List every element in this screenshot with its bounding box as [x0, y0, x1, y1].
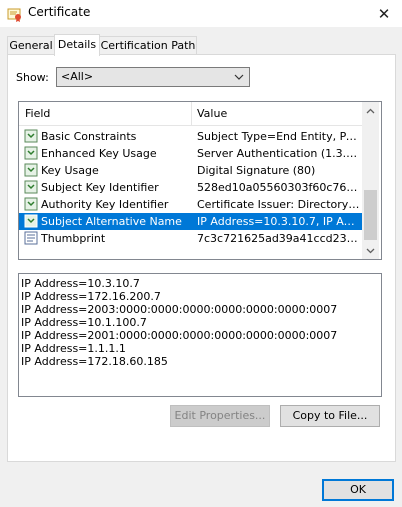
column-header-value[interactable]: Value	[191, 102, 227, 125]
copy-to-file-button[interactable]: Copy to File...	[280, 405, 380, 427]
field-value: IP Address=10.3.10.7, IP Add...	[197, 215, 360, 228]
list-item[interactable]: Subject Key Identifier 528ed10a05560303f…	[19, 179, 362, 196]
value-detail-box[interactable]: IP Address=10.3.10.7 IP Address=172.16.2…	[18, 273, 382, 397]
field-icon	[24, 197, 38, 211]
field-icon	[24, 214, 38, 228]
chevron-down-icon	[234, 74, 244, 80]
list-item[interactable]: Basic Constraints Subject Type=End Entit…	[19, 128, 362, 145]
scroll-thumb[interactable]	[364, 190, 377, 240]
column-header-field[interactable]: Field	[19, 102, 50, 125]
field-icon	[24, 146, 38, 160]
scroll-down-button[interactable]	[362, 242, 379, 259]
list-item[interactable]: Enhanced Key Usage Server Authentication…	[19, 145, 362, 162]
certificate-icon	[7, 8, 21, 22]
tab-label: General	[9, 39, 53, 52]
detail-line: IP Address=172.16.200.7	[21, 290, 161, 303]
show-dropdown[interactable]: <All>	[56, 67, 250, 87]
list-scrollbar[interactable]	[362, 102, 379, 259]
title-bar: Certificate ✕	[0, 0, 402, 27]
detail-line: IP Address=2001:0000:0000:0000:0000:0000…	[21, 329, 338, 342]
tab-certification-path[interactable]: Certification Path	[99, 36, 197, 55]
field-icon	[24, 129, 38, 143]
list-header: Field Value	[19, 102, 362, 126]
close-button[interactable]: ✕	[366, 0, 402, 27]
show-label: Show:	[16, 71, 49, 84]
edit-properties-button[interactable]: Edit Properties...	[170, 405, 270, 427]
detail-line: IP Address=10.3.10.7	[21, 277, 140, 290]
field-list[interactable]: Field Value Basic Constraints Subject Ty…	[18, 101, 382, 260]
show-selected-value: <All>	[61, 70, 94, 83]
field-value: Certificate Issuer: Directory A...	[197, 198, 360, 211]
detail-line: IP Address=10.1.100.7	[21, 316, 147, 329]
field-value: Server Authentication (1.3.6....	[197, 147, 360, 160]
detail-line: IP Address=2003:0000:0000:0000:0000:0000…	[21, 303, 338, 316]
field-name: Authority Key Identifier	[41, 198, 169, 211]
tab-label: Details	[57, 38, 97, 51]
field-value: 528ed10a05560303f60c76591...	[197, 181, 360, 194]
tab-general[interactable]: General	[7, 36, 55, 55]
list-item[interactable]: Key Usage Digital Signature (80)	[19, 162, 362, 179]
field-name: Key Usage	[41, 164, 99, 177]
property-icon	[24, 231, 38, 245]
chevron-down-icon	[366, 248, 375, 253]
field-value: 7c3c721625ad39a41ccd23bb1...	[197, 232, 360, 245]
field-name: Subject Alternative Name	[41, 215, 182, 228]
field-icon	[24, 180, 38, 194]
list-item[interactable]: Authority Key Identifier Certificate Iss…	[19, 196, 362, 213]
tab-label: Certification Path	[100, 39, 196, 52]
field-name: Subject Key Identifier	[41, 181, 159, 194]
field-icon	[24, 163, 38, 177]
list-item[interactable]: Thumbprint 7c3c721625ad39a41ccd23bb1...	[19, 230, 362, 247]
field-value: Subject Type=End Entity, Pat...	[197, 130, 360, 143]
detail-line: IP Address=1.1.1.1	[21, 342, 126, 355]
detail-line: IP Address=172.18.60.185	[21, 355, 168, 368]
field-name: Enhanced Key Usage	[41, 147, 157, 160]
window-title: Certificate	[28, 5, 91, 19]
close-icon: ✕	[377, 4, 391, 23]
list-item-selected[interactable]: Subject Alternative Name IP Address=10.3…	[19, 213, 362, 230]
field-name: Thumbprint	[41, 232, 106, 245]
field-name: Basic Constraints	[41, 130, 137, 143]
chevron-up-icon	[366, 108, 375, 113]
tab-details[interactable]: Details	[54, 34, 100, 56]
ok-button[interactable]: OK	[322, 479, 394, 501]
field-value: Digital Signature (80)	[197, 164, 316, 177]
scroll-up-button[interactable]	[362, 102, 379, 119]
